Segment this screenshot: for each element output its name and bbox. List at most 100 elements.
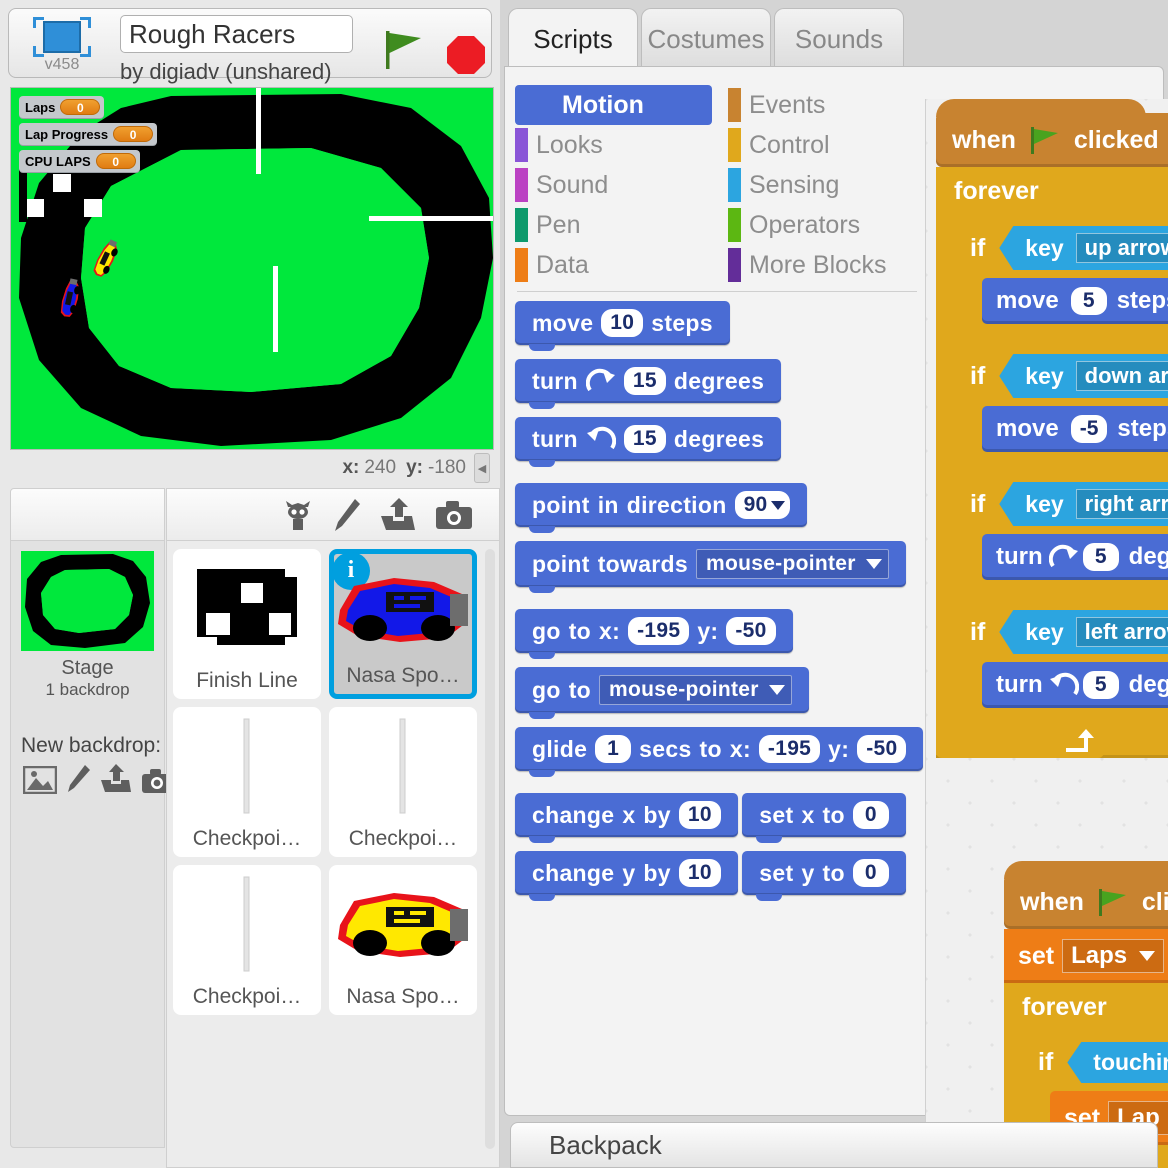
block-turn-clockwise[interactable]: turn 15 degrees	[515, 359, 782, 409]
block-turn-counterclockwise[interactable]: turn 5 degrees	[982, 662, 1168, 708]
new-sprite-toolbar	[167, 489, 499, 541]
category-motion[interactable]: Motion	[515, 85, 712, 125]
palette-spacer	[515, 461, 910, 483]
block-turn-clockwise[interactable]: turn 5 degrees	[982, 534, 1168, 580]
variable-watcher[interactable]: Laps 0	[19, 96, 105, 118]
block-point-towards[interactable]: point towards mouse-pointer	[515, 541, 906, 593]
upload-icon[interactable]	[379, 497, 417, 532]
sprite-name: Checkpoi…	[192, 985, 302, 1008]
category-data[interactable]: Data	[515, 245, 712, 285]
block-dropdown-target[interactable]: mouse-pointer	[696, 549, 889, 579]
sprite-item-checkpoint-1[interactable]: Checkpoi…	[173, 707, 321, 857]
variable-watcher[interactable]: CPU LAPS 0	[19, 150, 140, 172]
block-input-degrees[interactable]: 5	[1082, 671, 1119, 699]
block-move-steps[interactable]: move 5 steps	[982, 278, 1168, 324]
block-go-to-xy[interactable]: go to x: -195 y: -50	[515, 609, 793, 659]
block-word: degrees	[673, 367, 765, 394]
hat-when-flag-clicked[interactable]: when clicked	[936, 99, 1168, 167]
block-set-x-to[interactable]: set x to 0	[742, 793, 906, 843]
category-sensing[interactable]: Sensing	[728, 165, 925, 205]
scripts-canvas[interactable]: when clicked forever if key up arro move…	[925, 99, 1168, 1168]
block-set-variable[interactable]: set Laps to	[1004, 929, 1168, 983]
block-change-y-by[interactable]: change y by 10	[515, 851, 738, 901]
c-block-if-up-arrow[interactable]: if key up arrow move 5 steps	[956, 216, 1168, 344]
script-stack-1[interactable]: when clicked forever if key up arro move…	[936, 99, 1168, 758]
tab-sounds[interactable]: Sounds	[774, 8, 904, 70]
stop-sign-icon[interactable]	[445, 34, 487, 76]
c-block-if-down-arrow[interactable]: if key down arrow move -5 ste	[956, 344, 1168, 472]
category-pen[interactable]: Pen	[515, 205, 712, 245]
block-set-y-to[interactable]: set y to 0	[742, 851, 906, 901]
backpack-bar[interactable]: Backpack	[510, 1122, 1158, 1168]
boolean-key-pressed[interactable]: key left arrow	[999, 610, 1168, 654]
stage[interactable]: Laps 0 Lap Progress 0 CPU LAPS 0	[10, 87, 494, 450]
variable-watcher[interactable]: Lap Progress 0	[19, 123, 158, 145]
block-change-x-by[interactable]: change x by 10	[515, 793, 738, 843]
boolean-key-pressed[interactable]: key right arrow	[999, 482, 1168, 526]
block-input-y[interactable]: -50	[726, 617, 776, 645]
block-input-degrees[interactable]: 5	[1082, 543, 1119, 571]
block-input-degrees[interactable]: 15	[623, 367, 666, 395]
category-control[interactable]: Control	[728, 125, 925, 165]
c-block-if-right-arrow[interactable]: if key right arrow turn	[956, 472, 1168, 600]
paintbrush-icon[interactable]	[65, 764, 91, 794]
block-go-to-target[interactable]: go to mouse-pointer	[515, 667, 809, 719]
key-dropdown-value[interactable]: right arrow	[1075, 489, 1168, 519]
block-input-x[interactable]: -195	[758, 735, 821, 763]
category-events[interactable]: Events	[728, 85, 925, 125]
sprite-item-nasa-sport-blue[interactable]: i Nasa Spo…	[329, 549, 477, 699]
block-dropdown-target[interactable]: mouse-pointer	[599, 675, 792, 705]
sprite-item-checkpoint-3[interactable]: Checkpoi…	[173, 865, 321, 1015]
category-operators[interactable]: Operators	[728, 205, 925, 245]
boolean-touching[interactable]: touching	[1067, 1042, 1168, 1083]
sprite-item-nasa-sport-yellow[interactable]: Nasa Spo…	[329, 865, 477, 1015]
category-more-blocks[interactable]: More Blocks	[728, 245, 925, 285]
block-input-steps[interactable]: 5	[1070, 287, 1107, 315]
sprite-item-checkpoint-2[interactable]: Checkpoi…	[329, 707, 477, 857]
block-input-amount[interactable]: 10	[678, 801, 721, 829]
collapse-left-icon[interactable]: ◀	[474, 453, 490, 483]
stage-thumbnail-button[interactable]: Stage 1 backdrop	[21, 551, 154, 700]
block-input-degrees[interactable]: 15	[623, 425, 666, 453]
green-flag-icon[interactable]	[381, 29, 427, 71]
hat-when-flag-clicked[interactable]: when clicked	[1004, 861, 1168, 929]
sprite-list-scrollbar[interactable]	[485, 549, 495, 1149]
c-block-forever[interactable]: forever if key up arrow	[936, 167, 1168, 758]
tab-costumes[interactable]: Costumes	[641, 8, 771, 70]
block-input-steps[interactable]: 10	[601, 309, 644, 337]
block-input-x[interactable]: -195	[628, 617, 690, 645]
block-input-value[interactable]: 0	[852, 801, 889, 829]
key-dropdown-value[interactable]: left arrow	[1075, 617, 1168, 647]
new-sprite-library-icon[interactable]	[281, 498, 315, 532]
logo-bracket-top-right	[80, 17, 91, 28]
c-block-if-left-arrow[interactable]: if key left arrow turn	[956, 600, 1168, 728]
camera-icon[interactable]	[435, 500, 473, 530]
block-point-in-direction[interactable]: point in direction 90	[515, 483, 807, 533]
block-input-steps[interactable]: -5	[1070, 415, 1108, 443]
block-glide-secs-to-xy[interactable]: glide 1 secs to x: -195 y: -50	[515, 727, 924, 777]
paintbrush-icon[interactable]	[333, 498, 361, 532]
block-input-amount[interactable]: 10	[678, 859, 721, 887]
key-dropdown-value[interactable]: up arrow	[1075, 233, 1168, 263]
tab-scripts[interactable]: Scripts	[508, 8, 638, 70]
block-input-y[interactable]: -50	[857, 735, 907, 763]
key-dropdown-value[interactable]: down arrow	[1075, 361, 1168, 391]
block-turn-counterclockwise[interactable]: turn 15 degrees	[515, 417, 782, 467]
category-label: Control	[749, 130, 830, 159]
category-looks[interactable]: Looks	[515, 125, 712, 165]
boolean-key-pressed[interactable]: key up arrow	[999, 226, 1168, 270]
chevron-down-icon	[768, 685, 785, 695]
block-input-secs[interactable]: 1	[595, 735, 632, 763]
block-move-steps[interactable]: move -5 steps	[982, 406, 1168, 452]
variable-dropdown[interactable]: Laps	[1062, 939, 1165, 973]
picture-icon[interactable]	[23, 766, 57, 794]
block-input-value[interactable]: 0	[852, 859, 889, 887]
project-title-input[interactable]	[120, 15, 353, 53]
sprite-item-finish-line[interactable]: Finish Line	[173, 549, 321, 699]
mouse-coordinates-bar: x: 240 y: -180 ◀	[10, 452, 494, 484]
boolean-key-pressed[interactable]: key down arrow	[999, 354, 1168, 398]
upload-icon[interactable]	[99, 764, 133, 794]
block-move-steps[interactable]: move 10 steps	[515, 301, 730, 351]
category-sound[interactable]: Sound	[515, 165, 712, 205]
block-input-direction[interactable]: 90	[734, 491, 790, 519]
